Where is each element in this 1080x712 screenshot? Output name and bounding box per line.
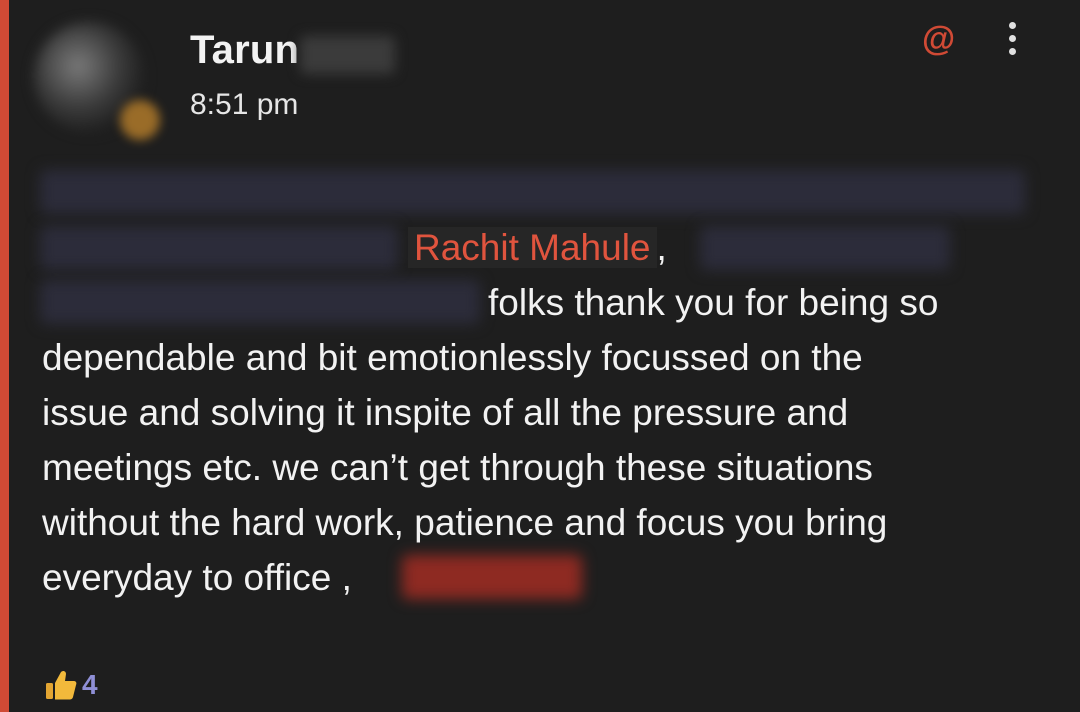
thumbs-up-icon xyxy=(46,670,77,700)
reaction-count: 4 xyxy=(82,669,98,700)
more-options-icon[interactable] xyxy=(1000,22,1024,62)
message-line: folks thank you for being so xyxy=(488,282,939,323)
redacted-mentions-line-1 xyxy=(40,170,1025,214)
user-mention[interactable]: Rachit Mahule xyxy=(408,227,657,268)
redacted-mentions-line-2a xyxy=(40,226,398,270)
message-line: everyday to office , xyxy=(42,557,352,598)
redacted-mentions-line-3 xyxy=(40,280,480,324)
message-timestamp: 8:51 pm xyxy=(190,88,299,121)
redacted-signature xyxy=(402,555,582,599)
more-dot xyxy=(1008,22,1016,29)
message-line: meetings etc. we can’t get through these… xyxy=(42,447,873,488)
more-dot xyxy=(1008,35,1016,42)
thumbs-up-reaction[interactable]: 4 xyxy=(44,668,98,702)
message-line: without the hard work, patience and focu… xyxy=(42,502,888,543)
more-dot xyxy=(1008,48,1016,55)
highlight-bar xyxy=(0,0,9,712)
redacted-mentions-line-2b xyxy=(700,226,950,270)
mention-comma: , xyxy=(656,227,667,268)
message-line: issue and solving it inspite of all the … xyxy=(42,392,849,433)
message-card: Tarun 8:51 pm @ Rachit Mahule, folks tha… xyxy=(0,0,1080,712)
mention-icon[interactable]: @ xyxy=(922,20,955,59)
author-name[interactable]: Tarun xyxy=(190,28,299,73)
author-surname-redacted xyxy=(300,36,395,74)
message-line: dependable and bit emotionlessly focusse… xyxy=(42,337,863,378)
avatar-status-badge xyxy=(120,100,160,140)
